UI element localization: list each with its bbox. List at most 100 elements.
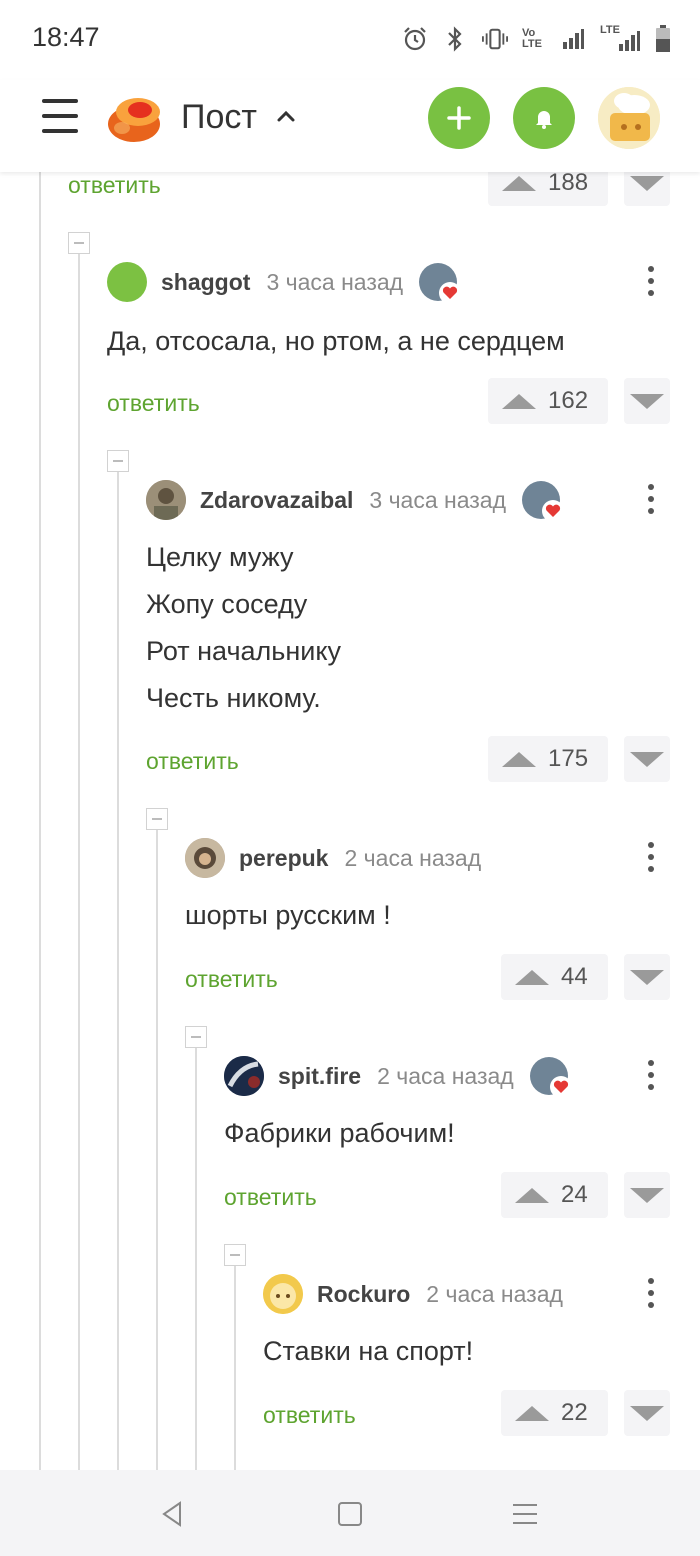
upvote-button[interactable]: 24 [501,1172,608,1218]
more-options-icon[interactable] [648,1278,656,1314]
reply-link[interactable]: ответить [263,1402,356,1429]
donor-badge[interactable] [522,481,565,522]
upvote-button[interactable]: 175 [488,736,608,782]
downvote-button[interactable] [624,1172,670,1218]
volte-icon: Vo LTE [522,27,542,50]
avatar[interactable] [224,1056,264,1096]
more-options-icon[interactable] [648,266,656,302]
arrow-down-icon [630,394,664,409]
vibrate-icon [482,24,508,54]
comment: shaggot 3 часа назад Да, отсосала, но рт… [107,262,670,432]
comment-text: Целку мужу Жопу соседу Рот начальнику Че… [146,542,341,713]
username[interactable]: perepuk [239,845,328,872]
avatar[interactable] [185,838,225,878]
more-options-icon[interactable] [648,484,656,520]
timestamp[interactable]: 2 часа назад [377,1063,514,1090]
avatar[interactable] [146,480,186,520]
comment: spit.fire 2 часа назад Фабрики рабочим! … [224,1056,670,1226]
comment: perepuk 2 часа назад шорты русским ! отв… [185,838,670,1008]
collapse-thread-button[interactable] [68,232,90,254]
reply-link[interactable]: ответить [68,172,161,199]
username[interactable]: shaggot [161,269,250,296]
vote-count: 175 [548,745,589,772]
status-time: 18:47 [32,22,100,52]
reply-link[interactable]: ответить [107,390,200,417]
username[interactable]: spit.fire [278,1063,361,1090]
downvote-button[interactable] [624,172,670,206]
heart-icon [542,500,565,522]
downvote-button[interactable] [624,1390,670,1436]
hamburger-menu-button[interactable] [42,99,78,135]
timestamp[interactable]: 3 часа назад [266,269,403,296]
more-options-icon[interactable] [648,842,656,878]
downvote-button[interactable] [624,378,670,424]
upvote-button[interactable]: 22 [501,1390,608,1436]
system-nav-bar [0,1470,700,1556]
downvote-button[interactable] [624,954,670,1000]
reply-link[interactable]: ответить [185,966,278,993]
reply-link[interactable]: ответить [224,1184,317,1211]
recents-icon[interactable] [508,1497,542,1531]
upvote-button[interactable]: 162 [488,378,608,424]
thread-line[interactable] [78,254,80,1470]
donor-badge[interactable] [419,263,462,304]
thread-line[interactable] [156,829,158,1470]
timestamp[interactable]: 2 часа назад [344,845,481,872]
avatar[interactable] [263,1274,303,1314]
arrow-up-icon [515,1405,549,1421]
arrow-up-icon [502,175,536,191]
timestamp[interactable]: 2 часа назад [426,1281,563,1308]
thread-line[interactable] [39,172,41,1470]
notifications-button[interactable] [513,87,575,149]
avatar[interactable] [107,262,147,302]
page-title[interactable]: Пост [181,98,257,137]
vote-count: 188 [548,172,589,196]
heart-icon [549,1076,572,1098]
thread-line[interactable] [195,1048,197,1470]
user-avatar[interactable] [598,87,660,149]
reply-link[interactable]: ответить [146,748,239,775]
timestamp[interactable]: 3 часа назад [369,487,506,514]
alarm-icon [402,24,428,54]
donor-badge[interactable] [529,1057,572,1098]
arrow-down-icon [630,1406,664,1421]
chevron-up-icon[interactable] [276,106,296,126]
pikabu-logo-icon[interactable] [106,90,162,146]
downvote-button[interactable] [624,736,670,782]
status-bar: 18:47 Vo LTE LTE [0,0,700,80]
collapse-thread-button[interactable] [224,1244,246,1266]
collapse-thread-button[interactable] [107,450,129,472]
hamburger-line [42,114,78,118]
comment-header: Zdarovazaibal 3 часа назад [146,480,565,522]
heart-icon [439,282,462,304]
comment: ответить 188 [68,172,670,212]
vote-count: 44 [561,963,588,990]
bell-icon [536,111,552,129]
collapse-thread-button[interactable] [185,1026,207,1048]
comment-header: shaggot 3 часа назад [107,262,462,304]
upvote-button[interactable]: 188 [488,172,608,206]
upvote-button[interactable]: 44 [501,954,608,1000]
status-icons: Vo LTE LTE [402,24,672,54]
comments-thread: ответить 188 shaggot 3 часа назад Да, от… [0,172,700,1470]
back-icon[interactable] [156,1497,190,1531]
arrow-down-icon [630,970,664,985]
lte-signal-icon: LTE [600,24,640,54]
comment-header: spit.fire 2 часа назад [224,1056,572,1098]
thread-line[interactable] [234,1266,236,1470]
collapse-thread-button[interactable] [146,808,168,830]
arrow-up-icon [515,1187,549,1203]
username[interactable]: Rockuro [317,1281,410,1308]
username[interactable]: Zdarovazaibal [200,487,353,514]
arrow-down-icon [630,1188,664,1203]
home-icon[interactable] [333,1497,367,1531]
battery-icon [654,24,672,54]
comment-header: perepuk 2 часа назад [185,838,497,878]
hamburger-line [42,99,78,103]
thread-line[interactable] [117,472,119,1470]
add-post-button[interactable] [428,87,490,149]
comment: Rockuro 2 часа назад Ставки на спорт! от… [263,1274,670,1444]
more-options-icon[interactable] [648,1060,656,1096]
arrow-up-icon [515,969,549,985]
arrow-down-icon [630,176,664,191]
